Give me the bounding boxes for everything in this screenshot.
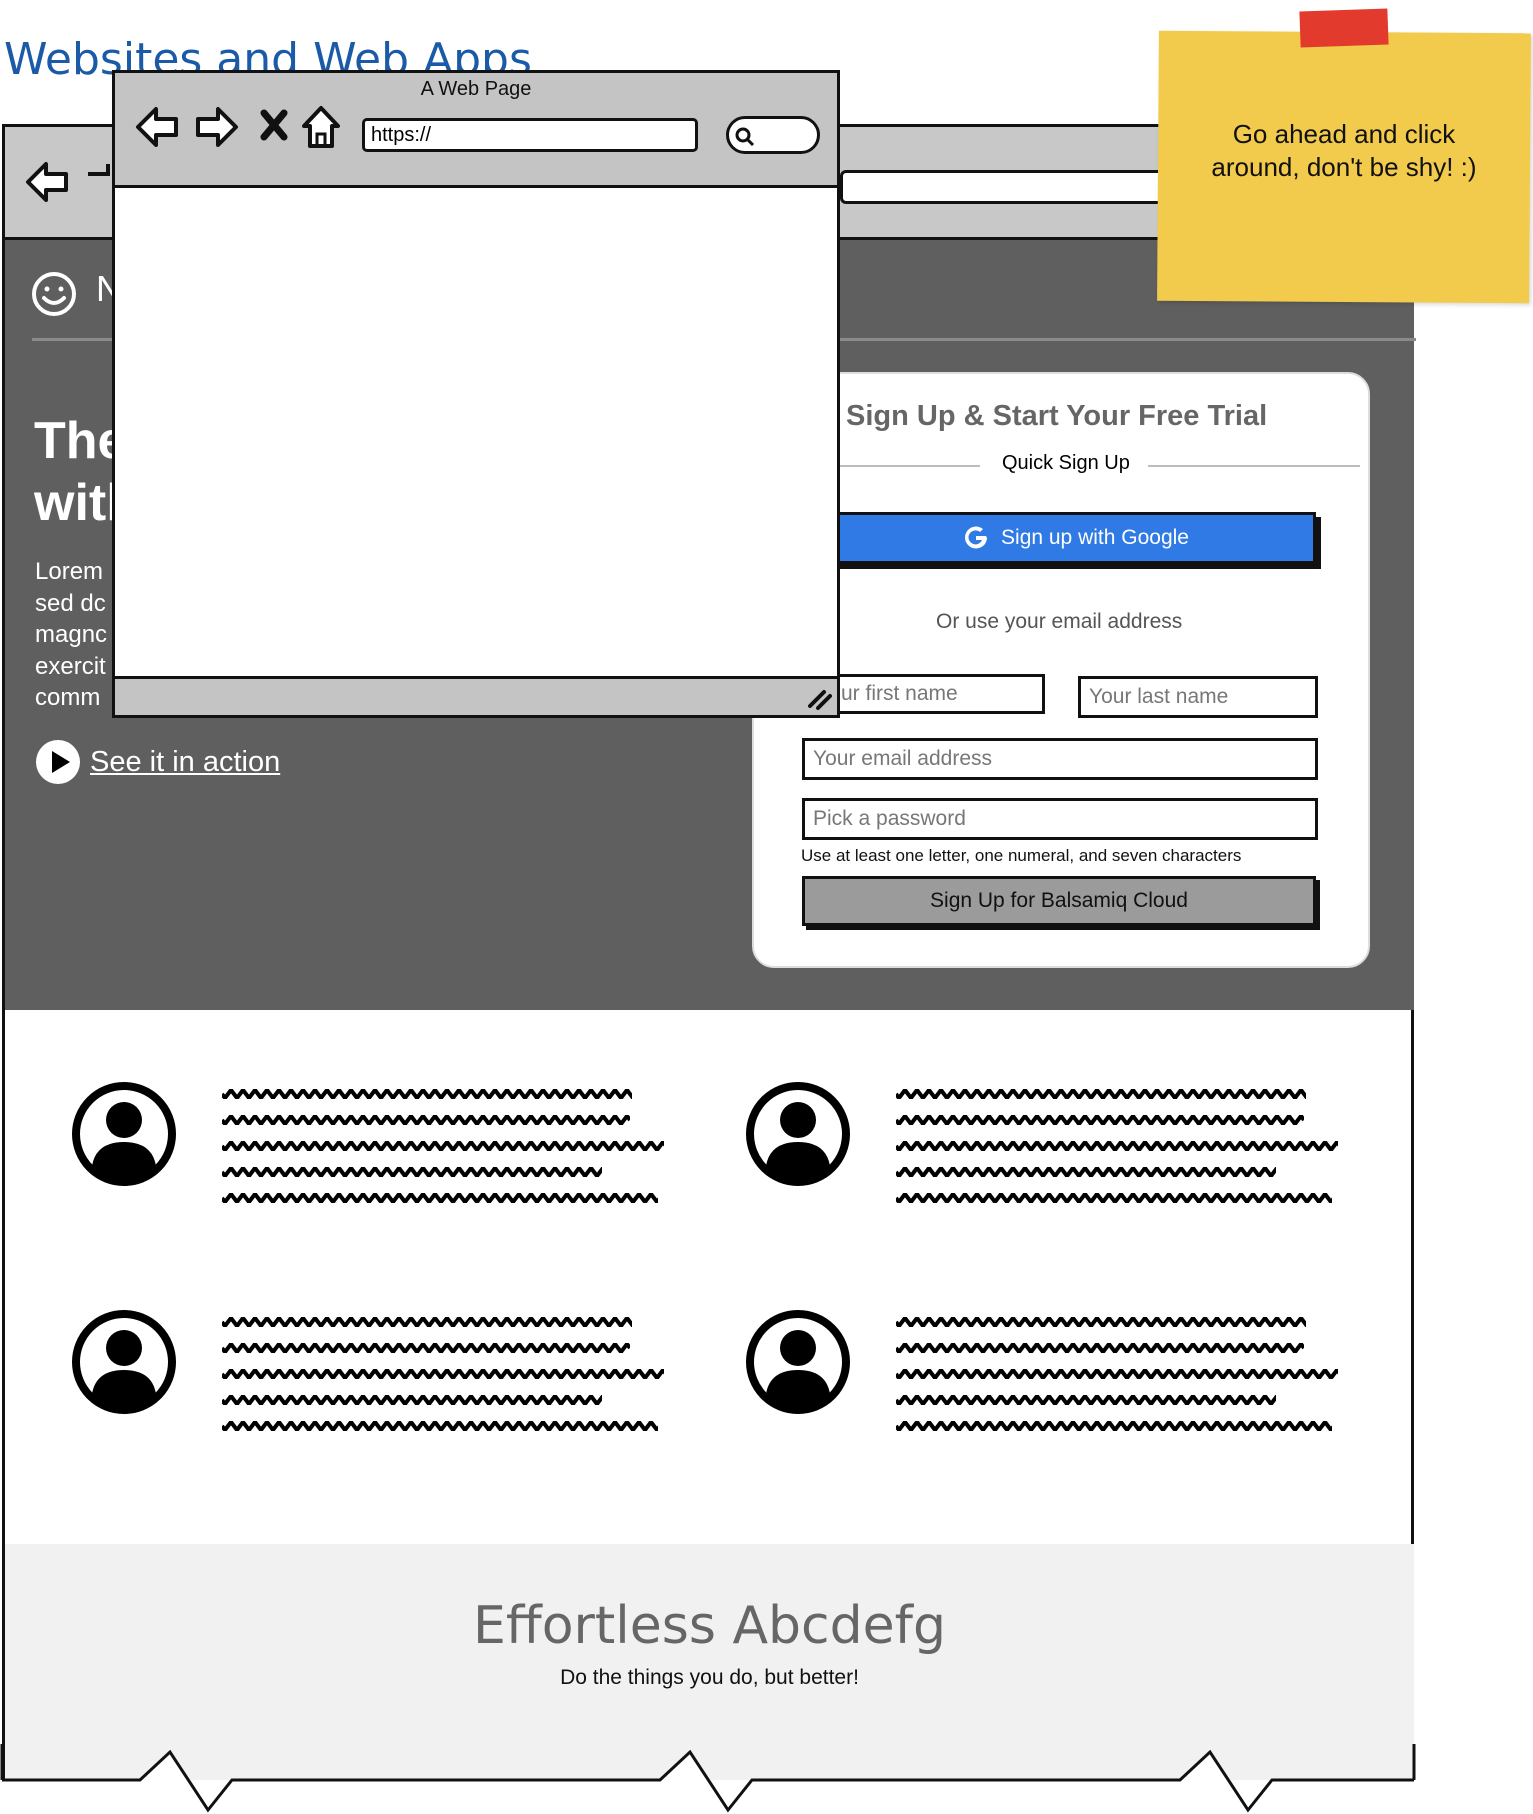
placeholder-text-scribble — [896, 1089, 1306, 1099]
placeholder-text-scribble — [222, 1343, 630, 1353]
placeholder-text-scribble — [222, 1421, 658, 1431]
password-hint: Use at least one letter, one numeral, an… — [801, 846, 1242, 865]
placeholder-text-scribble — [222, 1141, 664, 1151]
placeholder-text-scribble — [896, 1193, 1332, 1203]
quick-signup-divider: Quick Sign Up — [830, 448, 1360, 482]
last-name-input[interactable]: Your last name — [1078, 676, 1318, 718]
feature-item — [746, 1082, 1338, 1203]
user-avatar-icon — [746, 1082, 850, 1186]
google-icon — [965, 526, 988, 549]
first-name-input[interactable]: ur first name — [830, 674, 1045, 714]
web-page-statusbar — [112, 676, 840, 718]
placeholder-text-scribble — [896, 1115, 1304, 1125]
user-avatar-icon — [746, 1310, 850, 1414]
password-input[interactable]: Pick a password — [802, 798, 1318, 840]
placeholder-text-scribble — [222, 1369, 664, 1379]
placeholder-text-scribble — [222, 1115, 630, 1125]
smiley-logo-icon — [32, 272, 76, 316]
placeholder-text-scribble — [222, 1395, 602, 1405]
url-input[interactable]: https:// — [362, 118, 698, 152]
feature-item — [746, 1310, 1338, 1431]
placeholder-text-scribble — [222, 1193, 658, 1203]
google-signup-button[interactable]: Sign up with Google — [834, 512, 1316, 564]
background-url-bar[interactable] — [840, 170, 1210, 204]
user-avatar-icon — [72, 1310, 176, 1414]
play-icon[interactable] — [36, 740, 80, 784]
cta-subtitle: Do the things you do, but better! — [560, 1666, 859, 1689]
placeholder-text-scribble — [896, 1369, 1338, 1379]
quick-signup-label: Quick Sign Up — [990, 452, 1142, 475]
sticky-line-2: around, don't be shy! :) — [1211, 152, 1477, 182]
email-input[interactable]: Your email address — [802, 738, 1318, 780]
signup-submit-button[interactable]: Sign Up for Balsamiq Cloud — [802, 876, 1316, 926]
sticky-line-1: Go ahead and click — [1232, 119, 1456, 149]
forward-arrow-icon[interactable] — [192, 104, 240, 150]
placeholder-text-scribble — [222, 1089, 632, 1099]
placeholder-text-scribble — [896, 1317, 1306, 1327]
cta-title: Effortless Abcdefg — [473, 1596, 946, 1656]
placeholder-text-scribble — [896, 1395, 1276, 1405]
placeholder-text-scribble — [896, 1343, 1304, 1353]
see-it-in-action-label[interactable]: See it in action — [90, 746, 280, 779]
see-it-in-action-link[interactable]: See it in action — [36, 738, 280, 786]
sticky-tape — [1299, 8, 1389, 48]
user-avatar-icon — [72, 1082, 176, 1186]
placeholder-text-scribble — [896, 1167, 1276, 1177]
hero-headline: The with — [34, 412, 114, 532]
home-icon[interactable] — [300, 104, 342, 150]
back-arrow-icon[interactable] — [24, 158, 120, 206]
placeholder-text-scribble — [222, 1317, 632, 1327]
feature-item — [72, 1310, 664, 1431]
back-arrow-icon[interactable] — [134, 104, 182, 150]
placeholder-text-scribble — [896, 1141, 1338, 1151]
stop-icon[interactable] — [258, 108, 290, 142]
google-signup-label: Sign up with Google — [1001, 526, 1189, 549]
feature-item — [72, 1082, 664, 1203]
sticky-note-text: Go ahead and click around, don't be shy!… — [1170, 118, 1518, 184]
or-email-text: Or use your email address — [936, 610, 1183, 633]
signup-title: Sign Up & Start Your Free Trial — [846, 400, 1268, 432]
resize-handle-icon[interactable] — [806, 686, 832, 710]
web-page-title: A Web Page — [420, 78, 532, 100]
torn-edge — [0, 1744, 1416, 1814]
search-icon — [735, 127, 755, 147]
hero-description: Lorem sed dc magnc exercit comm — [35, 558, 108, 711]
placeholder-text-scribble — [222, 1167, 602, 1177]
placeholder-text-scribble — [896, 1421, 1332, 1431]
